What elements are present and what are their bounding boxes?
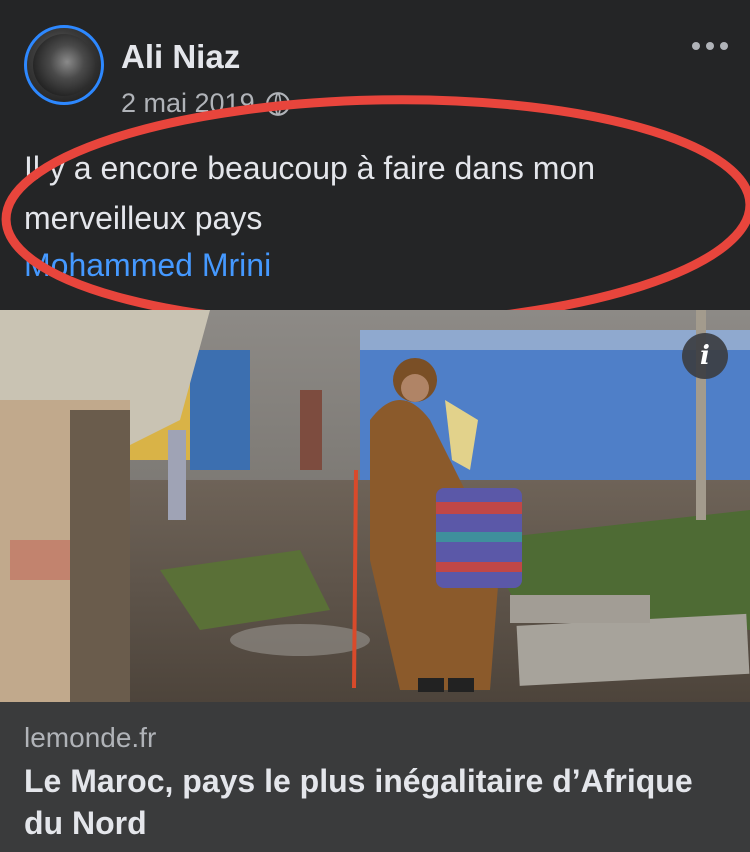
link-domain: lemonde.fr [24,722,157,753]
post-meta: 2 mai 2019 [121,88,291,119]
avatar-image [33,34,95,96]
post-date[interactable]: 2 mai 2019 [121,88,255,119]
link-title: Le Maroc, pays le plus inégalitaire d’Af… [24,763,693,841]
globe-icon [265,91,290,116]
post-text: Il y a encore beaucoup à faire dans mon … [24,150,596,236]
mention-link[interactable]: Mohammed Mrini [24,243,271,287]
more-options-icon[interactable] [692,36,728,56]
avatar[interactable] [24,25,104,105]
link-preview-card[interactable]: lemonde.fr Le Maroc, pays le plus inégal… [0,702,750,852]
post-header: Ali Niaz 2 mai 2019 Il y a encore beauco… [0,0,750,310]
author-name[interactable]: Ali Niaz [121,38,240,76]
photo-illustration [0,310,750,702]
article-photo[interactable] [0,310,750,702]
info-icon[interactable]: i [682,333,728,379]
